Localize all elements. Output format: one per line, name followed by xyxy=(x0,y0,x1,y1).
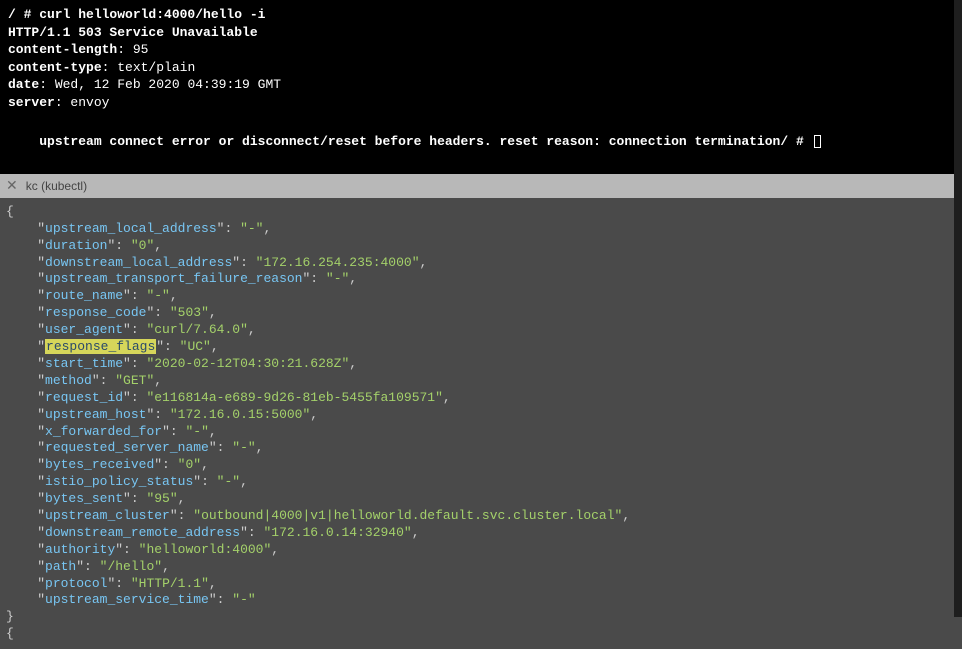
terminal-error: upstream connect error or disconnect/res… xyxy=(8,115,954,168)
terminal-header-line: content-length: 95 xyxy=(8,41,954,59)
terminal-headers: content-length: 95content-type: text/pla… xyxy=(8,41,954,111)
json-row: "bytes_received": "0", xyxy=(6,457,956,474)
json-value: "-" xyxy=(232,440,255,455)
json-row: "istio_policy_status": "-", xyxy=(6,474,956,491)
json-row: "response_flags": "UC", xyxy=(6,339,956,356)
json-trailing-brace: { xyxy=(6,626,14,641)
json-value: "172.16.0.15:5000" xyxy=(170,407,310,422)
json-row: "route_name": "-", xyxy=(6,288,956,305)
json-value: "-" xyxy=(232,592,255,607)
json-key: duration xyxy=(45,238,107,253)
json-open-brace: { xyxy=(6,204,14,219)
json-value: "HTTP/1.1" xyxy=(131,576,209,591)
top-terminal[interactable]: / # curl helloworld:4000/hello -i HTTP/1… xyxy=(0,0,962,174)
json-value: "172.16.0.14:32940" xyxy=(263,525,411,540)
json-key: downstream_local_address xyxy=(45,255,232,270)
json-row: "bytes_sent": "95", xyxy=(6,491,956,508)
json-value: "-" xyxy=(146,288,169,303)
json-row: "upstream_host": "172.16.0.15:5000", xyxy=(6,407,956,424)
json-key: user_agent xyxy=(45,322,123,337)
json-value: "outbound|4000|v1|helloworld.default.svc… xyxy=(193,508,622,523)
json-value: "-" xyxy=(185,424,208,439)
json-value: "helloworld:4000" xyxy=(139,542,272,557)
json-key: path xyxy=(45,559,76,574)
json-key: response_code xyxy=(45,305,146,320)
json-value: "UC" xyxy=(180,339,211,354)
json-value: "172.16.254.235:4000" xyxy=(256,255,420,270)
terminal-header-line: content-type: text/plain xyxy=(8,59,954,77)
json-key: method xyxy=(45,373,92,388)
json-key: istio_policy_status xyxy=(45,474,193,489)
json-value: "503" xyxy=(170,305,209,320)
json-key: response_flags xyxy=(45,339,156,354)
json-row: "method": "GET", xyxy=(6,373,956,390)
json-key: authority xyxy=(45,542,115,557)
json-key: upstream_host xyxy=(45,407,146,422)
json-key: bytes_sent xyxy=(45,491,123,506)
json-row: "upstream_cluster": "outbound|4000|v1|he… xyxy=(6,508,956,525)
json-key: route_name xyxy=(45,288,123,303)
json-row: "upstream_local_address": "-", xyxy=(6,221,956,238)
json-key: protocol xyxy=(45,576,107,591)
terminal-cmd: / # curl helloworld:4000/hello -i xyxy=(8,6,954,24)
cursor-icon xyxy=(814,135,821,148)
json-key: bytes_received xyxy=(45,457,154,472)
json-row: "x_forwarded_for": "-", xyxy=(6,424,956,441)
json-body: "upstream_local_address": "-", "duration… xyxy=(6,221,956,609)
json-row: "protocol": "HTTP/1.1", xyxy=(6,576,956,593)
json-key: x_forwarded_for xyxy=(45,424,162,439)
json-row: "user_agent": "curl/7.64.0", xyxy=(6,322,956,339)
json-value: "curl/7.64.0" xyxy=(146,322,247,337)
terminal-header-line: server: envoy xyxy=(8,94,954,112)
json-row: "start_time": "2020-02-12T04:30:21.628Z"… xyxy=(6,356,956,373)
terminal-status: HTTP/1.1 503 Service Unavailable xyxy=(8,24,954,42)
json-row: "upstream_transport_failure_reason": "-"… xyxy=(6,271,956,288)
json-panel[interactable]: { "upstream_local_address": "-", "durati… xyxy=(0,198,962,649)
tab-title[interactable]: kc (kubectl) xyxy=(26,179,87,193)
json-row: "authority": "helloworld:4000", xyxy=(6,542,956,559)
json-key: start_time xyxy=(45,356,123,371)
json-key: upstream_local_address xyxy=(45,221,217,236)
json-value: "-" xyxy=(326,271,349,286)
json-value: "0" xyxy=(131,238,154,253)
json-key: requested_server_name xyxy=(45,440,209,455)
json-value: "-" xyxy=(240,221,263,236)
json-value: "/hello" xyxy=(100,559,162,574)
json-value: "e116814a-e689-9d26-81eb-5455fa109571" xyxy=(146,390,442,405)
json-value: "-" xyxy=(217,474,240,489)
json-key: upstream_transport_failure_reason xyxy=(45,271,302,286)
json-row: "path": "/hello", xyxy=(6,559,956,576)
json-key: request_id xyxy=(45,390,123,405)
json-value: "0" xyxy=(178,457,201,472)
json-key: downstream_remote_address xyxy=(45,525,240,540)
json-row: "downstream_local_address": "172.16.254.… xyxy=(6,255,956,272)
json-value: "GET" xyxy=(115,373,154,388)
json-value: "95" xyxy=(146,491,177,506)
json-key: upstream_service_time xyxy=(45,592,209,607)
json-row: "downstream_remote_address": "172.16.0.1… xyxy=(6,525,956,542)
tab-bar: ✕ kc (kubectl) xyxy=(0,174,962,198)
json-value: "2020-02-12T04:30:21.628Z" xyxy=(146,356,349,371)
right-strip xyxy=(954,0,962,617)
json-row: "upstream_service_time": "-" xyxy=(6,592,956,609)
json-row: "response_code": "503", xyxy=(6,305,956,322)
close-icon[interactable]: ✕ xyxy=(6,177,18,194)
json-row: "request_id": "e116814a-e689-9d26-81eb-5… xyxy=(6,390,956,407)
json-row: "requested_server_name": "-", xyxy=(6,440,956,457)
json-row: "duration": "0", xyxy=(6,238,956,255)
json-key: upstream_cluster xyxy=(45,508,170,523)
terminal-header-line: date: Wed, 12 Feb 2020 04:39:19 GMT xyxy=(8,76,954,94)
